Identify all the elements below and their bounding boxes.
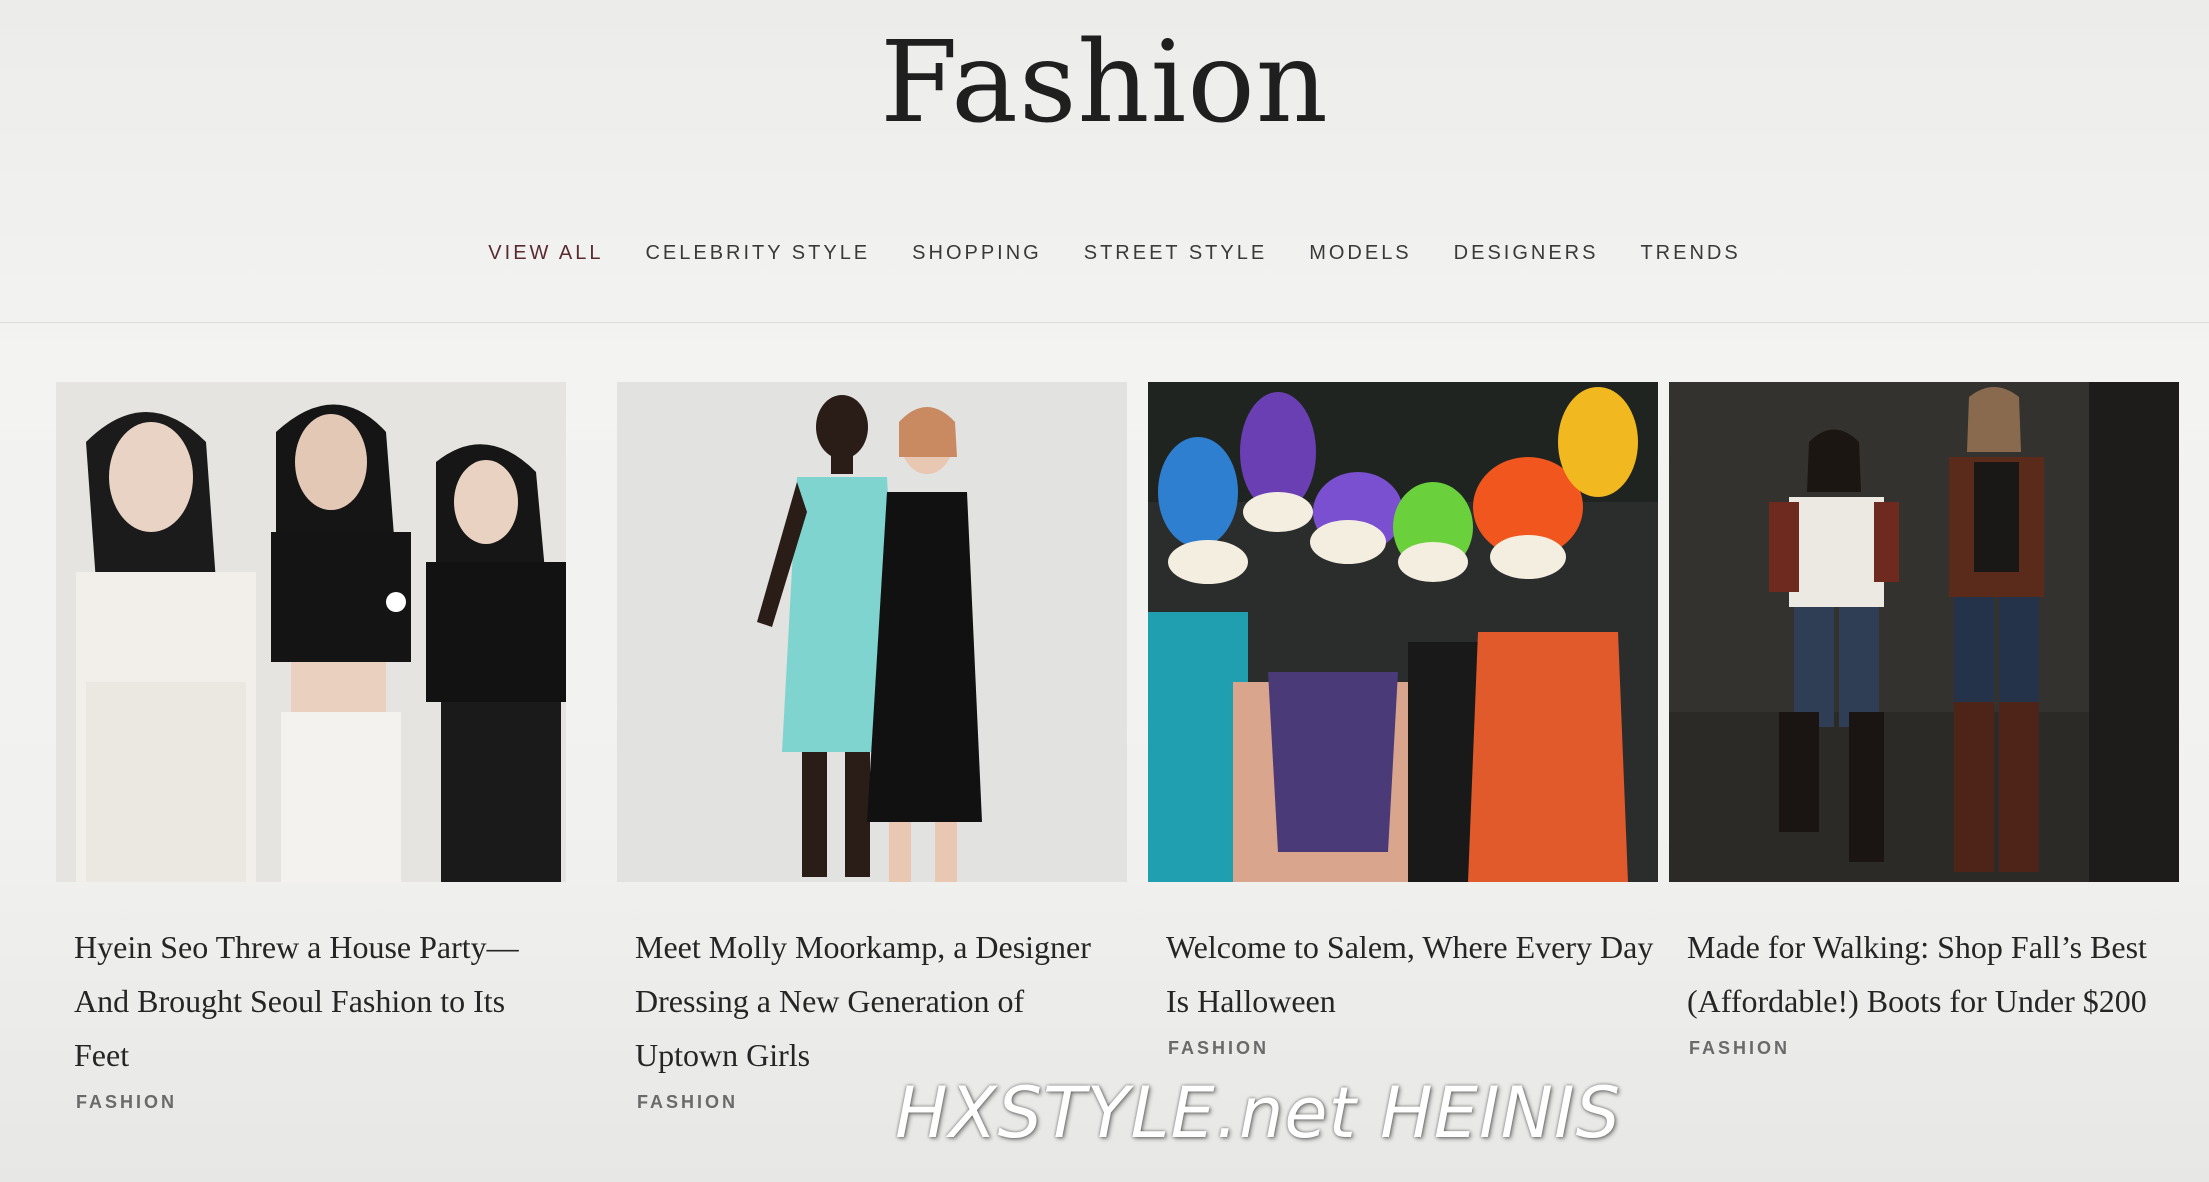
- article-card-3[interactable]: Welcome to Salem, Where Every Day Is Hal…: [1148, 382, 1658, 1059]
- nav-shopping[interactable]: SHOPPING: [912, 242, 1042, 265]
- article-image-1[interactable]: [56, 382, 566, 882]
- watermark-text: HXSTYLE.net HEINIS: [895, 1072, 1622, 1154]
- nav-divider: [0, 322, 2209, 323]
- article-title-4[interactable]: Made for Walking: Shop Fall’s Best (Affo…: [1669, 920, 2179, 1028]
- article-image-4[interactable]: [1669, 382, 2179, 882]
- article-tag-3[interactable]: FASHION: [1148, 1038, 1658, 1059]
- article-title-1[interactable]: Hyein Seo Threw a House Party—And Brough…: [56, 920, 566, 1082]
- nav-designers[interactable]: DESIGNERS: [1454, 242, 1599, 265]
- nav-models[interactable]: MODELS: [1309, 242, 1411, 265]
- article-card-4[interactable]: Made for Walking: Shop Fall’s Best (Affo…: [1669, 382, 2179, 1059]
- article-tag-1[interactable]: FASHION: [56, 1092, 566, 1113]
- article-image-2[interactable]: [617, 382, 1127, 882]
- article-card-2[interactable]: Meet Molly Moorkamp, a Designer Dressing…: [617, 382, 1127, 1113]
- article-tag-4[interactable]: FASHION: [1669, 1038, 2179, 1059]
- article-title-3[interactable]: Welcome to Salem, Where Every Day Is Hal…: [1148, 920, 1658, 1028]
- article-image-3[interactable]: [1148, 382, 1658, 882]
- section-nav: VIEW ALL CELEBRITY STYLE SHOPPING STREET…: [0, 242, 2209, 265]
- page-title: Fashion: [880, 18, 1329, 148]
- nav-celebrity-style[interactable]: CELEBRITY STYLE: [645, 242, 870, 265]
- article-title-2[interactable]: Meet Molly Moorkamp, a Designer Dressing…: [617, 920, 1127, 1082]
- article-card-1[interactable]: Hyein Seo Threw a House Party—And Brough…: [56, 382, 566, 1113]
- nav-street-style[interactable]: STREET STYLE: [1084, 242, 1267, 265]
- nav-trends[interactable]: TRENDS: [1640, 242, 1740, 265]
- nav-view-all[interactable]: VIEW ALL: [488, 242, 603, 265]
